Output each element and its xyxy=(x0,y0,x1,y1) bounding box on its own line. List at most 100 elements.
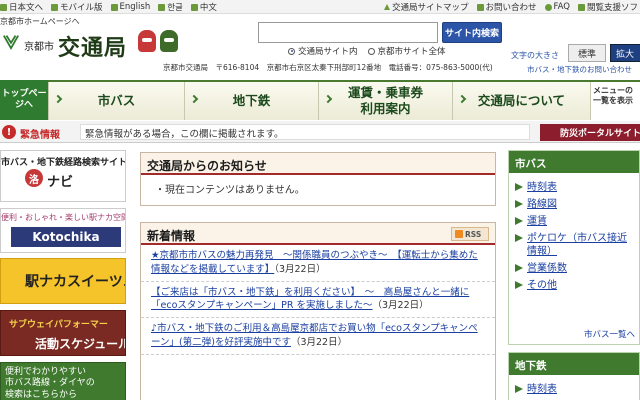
sidebar-subway-item[interactable]: 時刻表 xyxy=(515,383,633,396)
nav-item-label: 交通局について xyxy=(477,93,566,109)
mascot-icon xyxy=(160,30,178,52)
util-link-4[interactable]: 中文 xyxy=(190,1,217,13)
bus-route-search-banner[interactable]: 便利でわかりやすい 市バス路線・ダイヤの 検索はこちらから xyxy=(0,362,126,400)
office-address: 京都市交通局 〒616-8104 京都市右京区太秦下刑部町12番地 電話番号：0… xyxy=(163,63,493,72)
nav-item-about[interactable]: 交通局について xyxy=(452,82,590,120)
scope-radio-city[interactable]: 京都市サイト全体 xyxy=(367,45,446,57)
emergency-message: 緊急情報がある場合，この欄に掲載されます。 xyxy=(80,124,530,140)
station-sweets-banner[interactable]: 駅ナカスイーツ♪ xyxy=(0,258,126,304)
arrow-right-icon xyxy=(515,281,523,289)
square-icon xyxy=(190,3,198,11)
disaster-portal-button[interactable]: 防災ポータルサイト xyxy=(540,124,640,141)
util-link-3[interactable]: 한글 xyxy=(158,1,183,13)
mail-icon xyxy=(476,3,484,11)
rss-icon xyxy=(455,230,463,238)
sidebar-bus-item[interactable]: 時刻表 xyxy=(515,181,633,194)
util-label: 中文 xyxy=(199,3,217,13)
banner-name: 駅ナカスイーツ♪ xyxy=(25,274,126,290)
util-link-0[interactable]: 日本文へ xyxy=(0,1,43,13)
sidebar-item-label: 時刻表 xyxy=(527,384,557,395)
banner-name: Kotochika xyxy=(11,227,121,247)
sitemap-icon xyxy=(383,4,390,10)
rss-label: RSS xyxy=(465,229,482,239)
util-link-1[interactable]: モバイル版 xyxy=(51,1,103,13)
kotochika-banner[interactable]: 便利・おしゃれ・楽しい駅ナカ空間 Kotochika xyxy=(0,208,126,253)
logo-city: 京都市 xyxy=(24,42,54,53)
arrow-right-icon xyxy=(515,234,523,242)
sidebar-bus-item[interactable]: 営業係数 xyxy=(515,262,633,275)
font-size-label: 文字の大きさ xyxy=(511,51,559,60)
sidebar-item-label: 運賃 xyxy=(527,216,547,227)
banner-title: 市バス・地下鉄経路検索サイト xyxy=(1,158,126,168)
sidebar-item-label: その他 xyxy=(527,280,557,291)
question-icon xyxy=(544,3,552,11)
sidebar-bus-more-link[interactable]: 市バス一覧へ xyxy=(584,328,635,340)
nav-item-bus[interactable]: 市バス xyxy=(48,82,184,120)
news-heading-label: 新着情報 xyxy=(147,229,196,243)
site-search-input[interactable] xyxy=(258,22,438,43)
sidebar-bus-item[interactable]: 運賃 xyxy=(515,215,633,228)
utility-bar: 日本文へ モバイル版 English 한글 中文 交通局サイトマップ お問い合わ… xyxy=(0,0,640,14)
site-search-button[interactable]: サイト内検索 xyxy=(442,22,502,43)
sidebar-bus: 市バス 時刻表 路線図 運賃 ポケロケ（市バス接近情報） 営業係数 その他 市バ… xyxy=(508,150,640,345)
news-date: （3月22日） xyxy=(290,336,348,348)
news-panel: 新着情報 RSS ★京都市市バスの魅力再発見 ～関係職員のつぶやき～ 【運転士か… xyxy=(140,222,496,400)
arrow-right-icon xyxy=(515,183,523,191)
util-label: 閲覧支援ソフ xyxy=(586,3,638,13)
route-search-banner[interactable]: 市バス・地下鉄経路検索サイト 洛 ナビ xyxy=(0,150,126,202)
alert-icon: ! xyxy=(2,125,16,139)
news-date: （3月22日） xyxy=(372,300,429,312)
font-size-large-button[interactable]: 拡大 xyxy=(610,44,640,62)
notice-panel: 交通局からのお知らせ ・現在コンテンツはありません。 xyxy=(140,152,496,206)
notice-heading: 交通局からのお知らせ xyxy=(141,153,495,175)
rss-button[interactable]: RSS xyxy=(451,227,489,241)
nav-top-page[interactable]: トップページへ xyxy=(0,80,48,120)
sidebar-bus-list: 時刻表 路線図 運賃 ポケロケ（市バス接近情報） 営業係数 その他 xyxy=(509,173,639,298)
chevron-right-icon xyxy=(323,94,333,104)
sidebar-item-label: 時刻表 xyxy=(527,182,557,193)
arrow-right-icon xyxy=(515,264,523,272)
news-item: 【ご来店は「市バス・地下鉄」を利用ください】 ～ 高島屋さんと一緒に「ecoスタ… xyxy=(141,282,495,319)
site-logo-title[interactable]: 交通局 xyxy=(58,30,127,62)
kyoto-emblem-icon xyxy=(3,35,19,50)
news-date: （3月22日） xyxy=(274,263,326,275)
util-label: モバイル版 xyxy=(60,3,103,13)
nav-item-fares[interactable]: 運賃・乗車券 利用案内 xyxy=(318,82,452,120)
nav-menu-list[interactable]: メニューの一覧を表示 xyxy=(590,82,640,120)
city-home-link[interactable]: 京都市ホームページへ xyxy=(0,16,80,27)
contact-link[interactable]: お問い合わせ xyxy=(476,1,537,13)
sitemap-link[interactable]: 交通局サイトマップ xyxy=(383,1,469,13)
font-size-standard-button[interactable]: 標準 xyxy=(568,44,606,62)
nav-item-label: 市バス xyxy=(97,93,136,109)
sidebar-bus-item[interactable]: 路線図 xyxy=(515,198,633,211)
util-label: 交通局サイトマップ xyxy=(391,3,469,13)
banner-name: ナビ xyxy=(47,175,74,190)
sidebar-subway: 地下鉄 時刻表 xyxy=(508,352,640,400)
sidebar-subway-list: 時刻表 xyxy=(509,375,639,400)
sidebar-bus-heading: 市バス xyxy=(509,151,639,173)
radio-unchecked-icon xyxy=(367,47,375,55)
sidebar-bus-item[interactable]: その他 xyxy=(515,279,633,292)
faq-link[interactable]: FAQ xyxy=(544,1,570,13)
chevron-right-icon xyxy=(53,94,63,104)
arrow-right-icon xyxy=(515,217,523,225)
emergency-bar: ! 緊急情報 緊急情報がある場合，この欄に掲載されます。 防災ポータルサイト xyxy=(0,121,640,143)
scope-radio-bureau[interactable]: 交通局サイト内 xyxy=(288,45,358,57)
nav-item-subway[interactable]: 地下鉄 xyxy=(184,82,318,120)
util-label: 日本文へ xyxy=(9,3,44,13)
square-icon xyxy=(0,3,7,11)
bus-subway-inquiry-link[interactable]: 市バス・地下鉄のお問い合わせ xyxy=(527,64,632,75)
sidebar-item-label: ポケロケ（市バス接近情報） xyxy=(527,233,627,257)
sidebar-bus-item[interactable]: ポケロケ（市バス接近情報） xyxy=(515,232,633,258)
subway-performer-banner[interactable]: サブウェイパフォーマー 活動スケジュール xyxy=(0,310,126,356)
util-link-2[interactable]: English xyxy=(110,1,151,13)
news-item: ♪市バス・地下鉄のご利用＆高島屋京都店でお買い物「ecoスタンプキャンペーン」(… xyxy=(141,318,495,355)
radio-label: 交通局サイト内 xyxy=(298,47,358,57)
assist-link[interactable]: 閲覧支援ソフ xyxy=(577,1,638,13)
arrow-right-icon xyxy=(515,385,523,393)
radio-label: 京都市サイト全体 xyxy=(377,47,446,57)
sidebar-item-label: 営業係数 xyxy=(527,263,567,274)
banner-name: 活動スケジュール xyxy=(35,337,126,351)
util-label: English xyxy=(119,2,151,12)
sidebar-item-label: 路線図 xyxy=(527,199,557,210)
